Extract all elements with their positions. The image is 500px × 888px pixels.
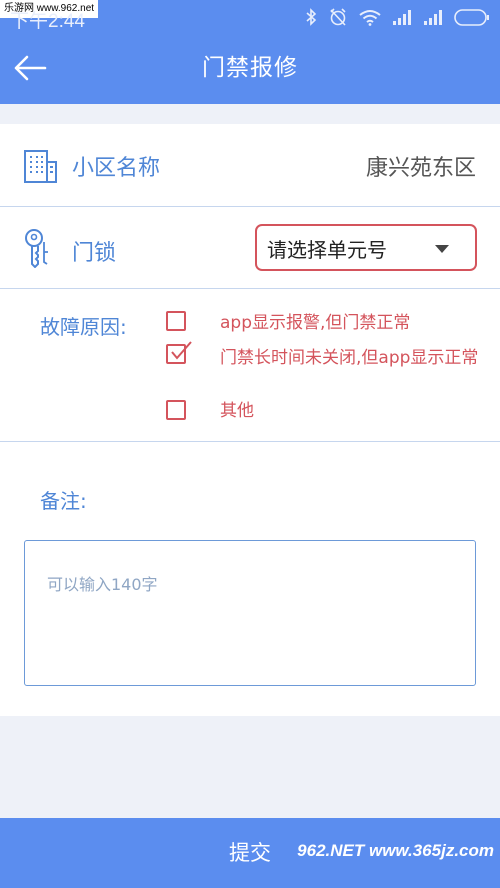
status-bar: 乐游网 www.962.net 下午2:44 — [0, 0, 500, 34]
site-watermark: 962.NET www.365jz.com — [297, 841, 494, 860]
signal-icon — [393, 10, 411, 25]
signal-icon — [424, 10, 442, 25]
unit-select[interactable]: 请选择单元号 — [255, 224, 477, 271]
app-header: 乐游网 www.962.net 下午2:44 门禁报修 — [0, 0, 500, 104]
fault-option-checkbox[interactable] — [166, 341, 192, 364]
caret-down-icon — [435, 245, 449, 253]
fault-option-checkbox[interactable] — [166, 400, 186, 420]
building-icon — [22, 148, 58, 188]
key-icon — [22, 228, 52, 272]
wifi-icon — [359, 9, 381, 26]
submit-label: 提交 — [229, 841, 271, 865]
checkmark-icon — [171, 341, 192, 360]
community-value: 康兴苑东区 — [365, 156, 476, 181]
remark-input[interactable] — [24, 540, 476, 686]
remark-label: 备注: — [40, 489, 87, 513]
submit-button[interactable]: 提交 962.NET www.365jz.com — [0, 818, 500, 888]
top-spacer — [0, 104, 500, 124]
fault-option-label[interactable]: app显示报警,但门禁正常 — [220, 312, 410, 334]
fault-option-label[interactable]: 门禁长时间未关闭,但app显示正常 — [220, 347, 480, 369]
fault-row: 故障原因: app显示报警,但门禁正常 门禁长时间未关闭,但app显示正常 其他 — [0, 289, 500, 442]
bluetooth-icon — [306, 8, 317, 26]
fault-option-label[interactable]: 其他 — [220, 400, 254, 422]
lock-row: 门锁 请选择单元号 — [0, 207, 500, 289]
fault-option-checkbox[interactable] — [166, 311, 186, 331]
fault-reason-label: 故障原因: — [40, 315, 127, 339]
lock-label: 门锁 — [72, 241, 117, 266]
battery-icon — [454, 8, 489, 26]
community-label: 小区名称 — [72, 156, 161, 181]
form-card: 小区名称 康兴苑东区 门锁 请选择单元号 故障原因: app显示报警,但门禁正常… — [0, 124, 500, 716]
unit-select-value: 请选择单元号 — [267, 238, 387, 262]
community-row: 小区名称 康兴苑东区 — [0, 124, 500, 207]
status-time: 下午2:44 — [10, 11, 85, 32]
page-title: 门禁报修 — [202, 55, 298, 81]
alarm-off-icon — [330, 8, 346, 26]
status-icons — [305, 6, 490, 28]
